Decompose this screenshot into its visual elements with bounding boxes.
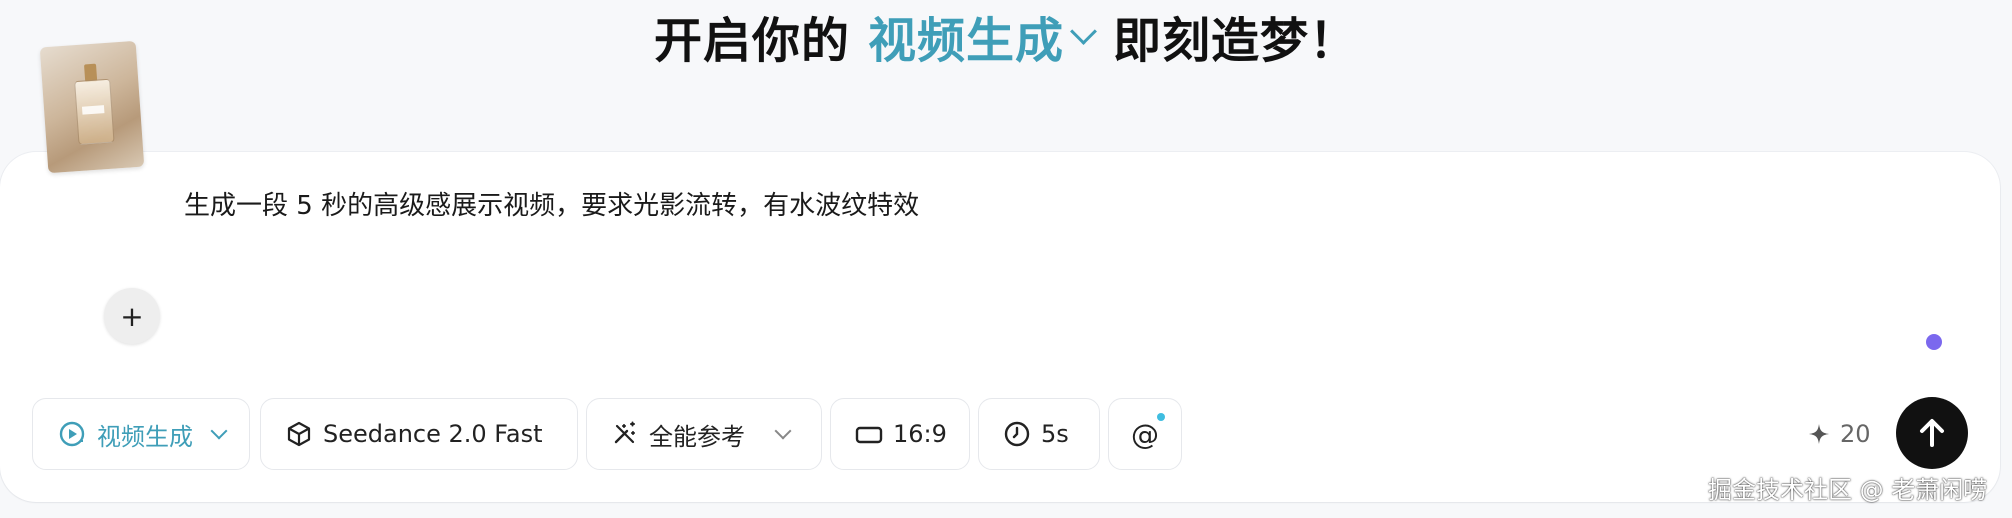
chevron-down-icon [210, 422, 228, 440]
arrow-up-icon [1914, 415, 1950, 451]
mode-label: 视频生成 [97, 422, 193, 451]
page-headline: 开启你的 视频生成 即刻造梦！ [0, 0, 2012, 72]
reference-label: 全能参考 [649, 422, 745, 451]
add-reference-button[interactable]: + [104, 288, 160, 344]
model-selector[interactable]: Seedance 2.0 Fast [260, 398, 578, 470]
perfume-label [81, 105, 105, 115]
credits-value: 20 [1840, 420, 1871, 448]
headline-mode-label: 视频生成 [867, 13, 1064, 69]
chevron-down-icon [1070, 17, 1097, 45]
mention-button[interactable]: @ [1108, 398, 1182, 470]
aspect-ratio-button[interactable]: 16:9 [830, 398, 970, 470]
duration-button[interactable]: 5s [978, 398, 1100, 470]
mode-dropdown[interactable]: 视频生成 [32, 398, 250, 470]
prompt-input[interactable]: 生成一段 5 秒的高级感展示视频，要求光影流转，有水波纹特效 [184, 186, 919, 226]
duration-label: 5s [1041, 420, 1069, 448]
clock-icon [1003, 420, 1031, 448]
headline-suffix: 即刻造梦！ [1113, 13, 1359, 69]
magic-reference-icon [611, 420, 639, 448]
cube-icon [285, 420, 313, 448]
headline-prefix: 开启你的 [653, 13, 850, 69]
watermark: 掘金技术社区 @ 老萧闲唠 [1708, 476, 1988, 504]
video-generate-icon [57, 419, 87, 449]
send-button[interactable] [1896, 397, 1968, 469]
sparkle-icon [1808, 423, 1830, 445]
credits-indicator: 20 [1808, 412, 1871, 456]
at-icon: @ [1131, 417, 1159, 451]
notification-dot [1157, 413, 1165, 421]
headline-mode-selector[interactable]: 视频生成 [867, 1, 1097, 71]
reference-mode-dropdown[interactable]: 全能参考 [586, 398, 822, 470]
status-indicator [1926, 334, 1942, 350]
model-label: Seedance 2.0 Fast [323, 420, 543, 448]
aspect-ratio-icon [855, 420, 883, 448]
chevron-down-icon [774, 422, 792, 440]
reference-image-thumbnail[interactable] [39, 40, 145, 174]
aspect-ratio-label: 16:9 [893, 420, 947, 448]
